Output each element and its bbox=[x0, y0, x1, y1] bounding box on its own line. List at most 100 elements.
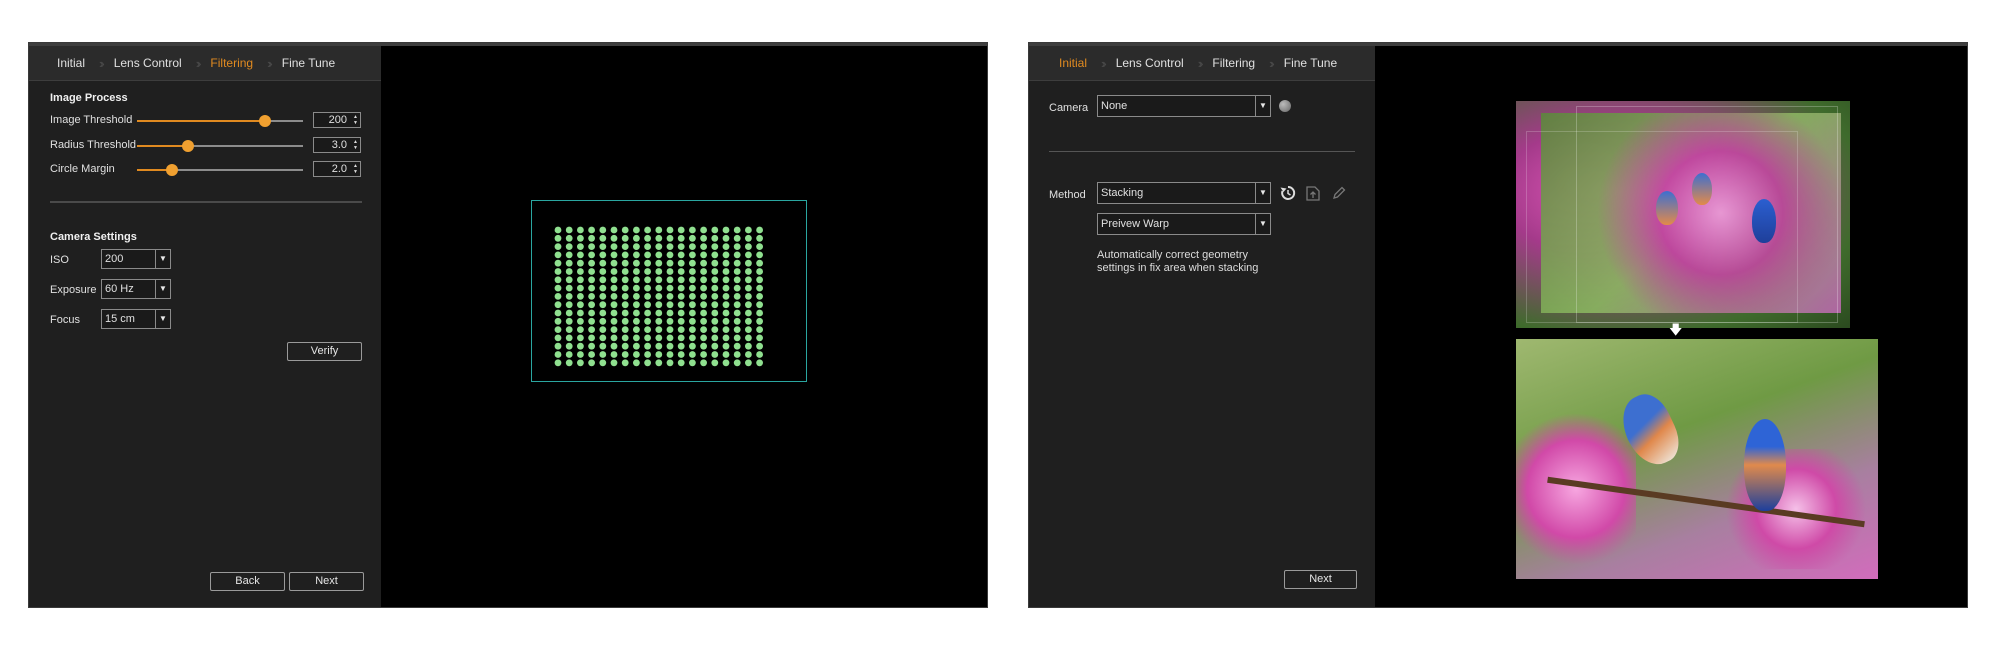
tab-lens-control[interactable]: Lens Control bbox=[114, 56, 182, 70]
calibration-dot bbox=[577, 293, 584, 300]
calibration-dot bbox=[610, 309, 618, 317]
calibration-dot bbox=[700, 293, 707, 300]
calibration-dot bbox=[655, 243, 663, 250]
edit-icon[interactable] bbox=[1331, 185, 1347, 201]
calibration-dot bbox=[633, 226, 640, 234]
calibration-dot bbox=[689, 293, 696, 300]
calibration-dot bbox=[644, 226, 651, 234]
chevron-down-icon[interactable]: ▼ bbox=[1255, 96, 1270, 116]
tab-fine-tune[interactable]: Fine Tune bbox=[282, 56, 335, 70]
calibration-dot bbox=[733, 293, 741, 300]
calibration-dot bbox=[599, 268, 607, 275]
circle-margin-spinbox[interactable]: 2.0 ▲ ▼ bbox=[313, 161, 361, 177]
calibration-dot bbox=[756, 326, 763, 333]
calibration-dot bbox=[633, 276, 640, 284]
chevron-down-icon[interactable]: ▼ bbox=[155, 280, 170, 298]
calibration-dot bbox=[756, 317, 763, 325]
calibration-dot bbox=[722, 359, 730, 367]
next-button[interactable]: Next bbox=[289, 572, 364, 591]
slider-handle[interactable] bbox=[182, 140, 195, 152]
calibration-dot bbox=[756, 276, 763, 284]
calibration-dot bbox=[700, 334, 707, 342]
calibration-dot bbox=[644, 284, 651, 292]
calibration-dot bbox=[666, 309, 674, 317]
next-button[interactable]: Next bbox=[1284, 570, 1357, 589]
spin-arrows-icon[interactable]: ▲ ▼ bbox=[353, 163, 358, 175]
chevron-down-icon[interactable]: ▼ bbox=[155, 310, 170, 328]
calibration-dot bbox=[677, 234, 685, 242]
calibration-dot bbox=[610, 334, 618, 342]
calibration-dot bbox=[666, 326, 674, 333]
calibration-dot bbox=[756, 309, 763, 317]
radius-threshold-slider[interactable] bbox=[137, 140, 303, 152]
tab-filtering[interactable]: Filtering bbox=[1212, 56, 1255, 70]
calibration-dot bbox=[644, 251, 651, 259]
calibration-dot bbox=[711, 317, 719, 325]
focus-dropdown[interactable]: 15 cm ▼ bbox=[101, 309, 171, 329]
export-icon[interactable] bbox=[1305, 184, 1321, 202]
exposure-dropdown[interactable]: 60 Hz ▼ bbox=[101, 279, 171, 299]
calibration-dot bbox=[700, 268, 707, 275]
calibration-dot bbox=[711, 301, 719, 309]
chevron-down-icon[interactable]: ▼ bbox=[1255, 183, 1270, 203]
warp-preview-dropdown[interactable]: Preivew Warp ▼ bbox=[1097, 213, 1271, 235]
tab-lens-control[interactable]: Lens Control bbox=[1116, 56, 1184, 70]
calibration-dot bbox=[756, 342, 763, 350]
tab-initial[interactable]: Initial bbox=[57, 56, 85, 70]
calibration-dot bbox=[554, 317, 562, 325]
calibration-dot bbox=[733, 334, 741, 342]
calibration-dot bbox=[554, 226, 562, 234]
camera-dropdown[interactable]: None ▼ bbox=[1097, 95, 1271, 117]
chevron-down-icon[interactable]: ▼ bbox=[155, 250, 170, 268]
calibration-dot bbox=[733, 226, 741, 234]
calibration-dot bbox=[599, 284, 607, 292]
slider-handle[interactable] bbox=[258, 115, 271, 127]
calibration-dot bbox=[644, 268, 651, 275]
spin-arrows-icon[interactable]: ▲ ▼ bbox=[353, 114, 358, 126]
calibration-dot bbox=[745, 243, 752, 250]
calibration-dot bbox=[689, 301, 696, 309]
section-divider bbox=[50, 201, 362, 203]
chevron-down-icon[interactable]: ▼ bbox=[1255, 214, 1270, 234]
calibration-dot bbox=[621, 293, 629, 300]
calibration-dot bbox=[745, 251, 752, 259]
image-threshold-spinbox[interactable]: 200 ▲ ▼ bbox=[313, 112, 361, 128]
calibration-dot bbox=[722, 268, 730, 275]
calibration-dot bbox=[722, 243, 730, 250]
calibration-dot bbox=[644, 334, 651, 342]
iso-dropdown[interactable]: 200 ▼ bbox=[101, 249, 171, 269]
calibration-dot bbox=[565, 259, 573, 267]
calibration-dot bbox=[745, 326, 752, 333]
stacking-hint-text: Automatically correct geometry settings … bbox=[1097, 249, 1258, 275]
circle-margin-slider[interactable] bbox=[137, 164, 303, 176]
calibration-dot bbox=[644, 259, 651, 267]
calibration-dot bbox=[722, 293, 730, 300]
method-dropdown[interactable]: Stacking ▼ bbox=[1097, 182, 1271, 204]
calibration-dot bbox=[565, 351, 573, 358]
calibration-dot bbox=[700, 326, 707, 333]
calibration-dot bbox=[565, 243, 573, 250]
image-threshold-slider[interactable] bbox=[137, 115, 303, 127]
tab-initial[interactable]: Initial bbox=[1059, 56, 1087, 70]
spin-arrows-icon[interactable]: ▲ ▼ bbox=[353, 139, 358, 151]
calibration-dot bbox=[700, 309, 707, 317]
verify-button[interactable]: Verify bbox=[287, 342, 362, 361]
calibration-dot bbox=[733, 359, 741, 367]
reset-icon[interactable] bbox=[1279, 184, 1297, 202]
calibration-dot bbox=[621, 234, 629, 242]
slider-handle[interactable] bbox=[165, 164, 178, 176]
calibration-dot bbox=[554, 234, 562, 242]
calibration-dot bbox=[633, 251, 640, 259]
radius-threshold-spinbox[interactable]: 3.0 ▲ ▼ bbox=[313, 137, 361, 153]
image-process-heading: Image Process bbox=[50, 92, 128, 104]
tab-fine-tune[interactable]: Fine Tune bbox=[1284, 56, 1337, 70]
back-button[interactable]: Back bbox=[210, 572, 285, 591]
calibration-dot bbox=[733, 317, 741, 325]
calibration-dot bbox=[644, 293, 651, 300]
tab-filtering[interactable]: Filtering bbox=[210, 56, 253, 70]
lens-calibration-window-initial: Initial ›› Lens Control ›› Filtering ›› … bbox=[1028, 42, 1968, 608]
calibration-dot bbox=[610, 317, 618, 325]
calibration-dot bbox=[554, 284, 562, 292]
calibration-dot bbox=[733, 342, 741, 350]
calibration-dot bbox=[621, 342, 629, 350]
